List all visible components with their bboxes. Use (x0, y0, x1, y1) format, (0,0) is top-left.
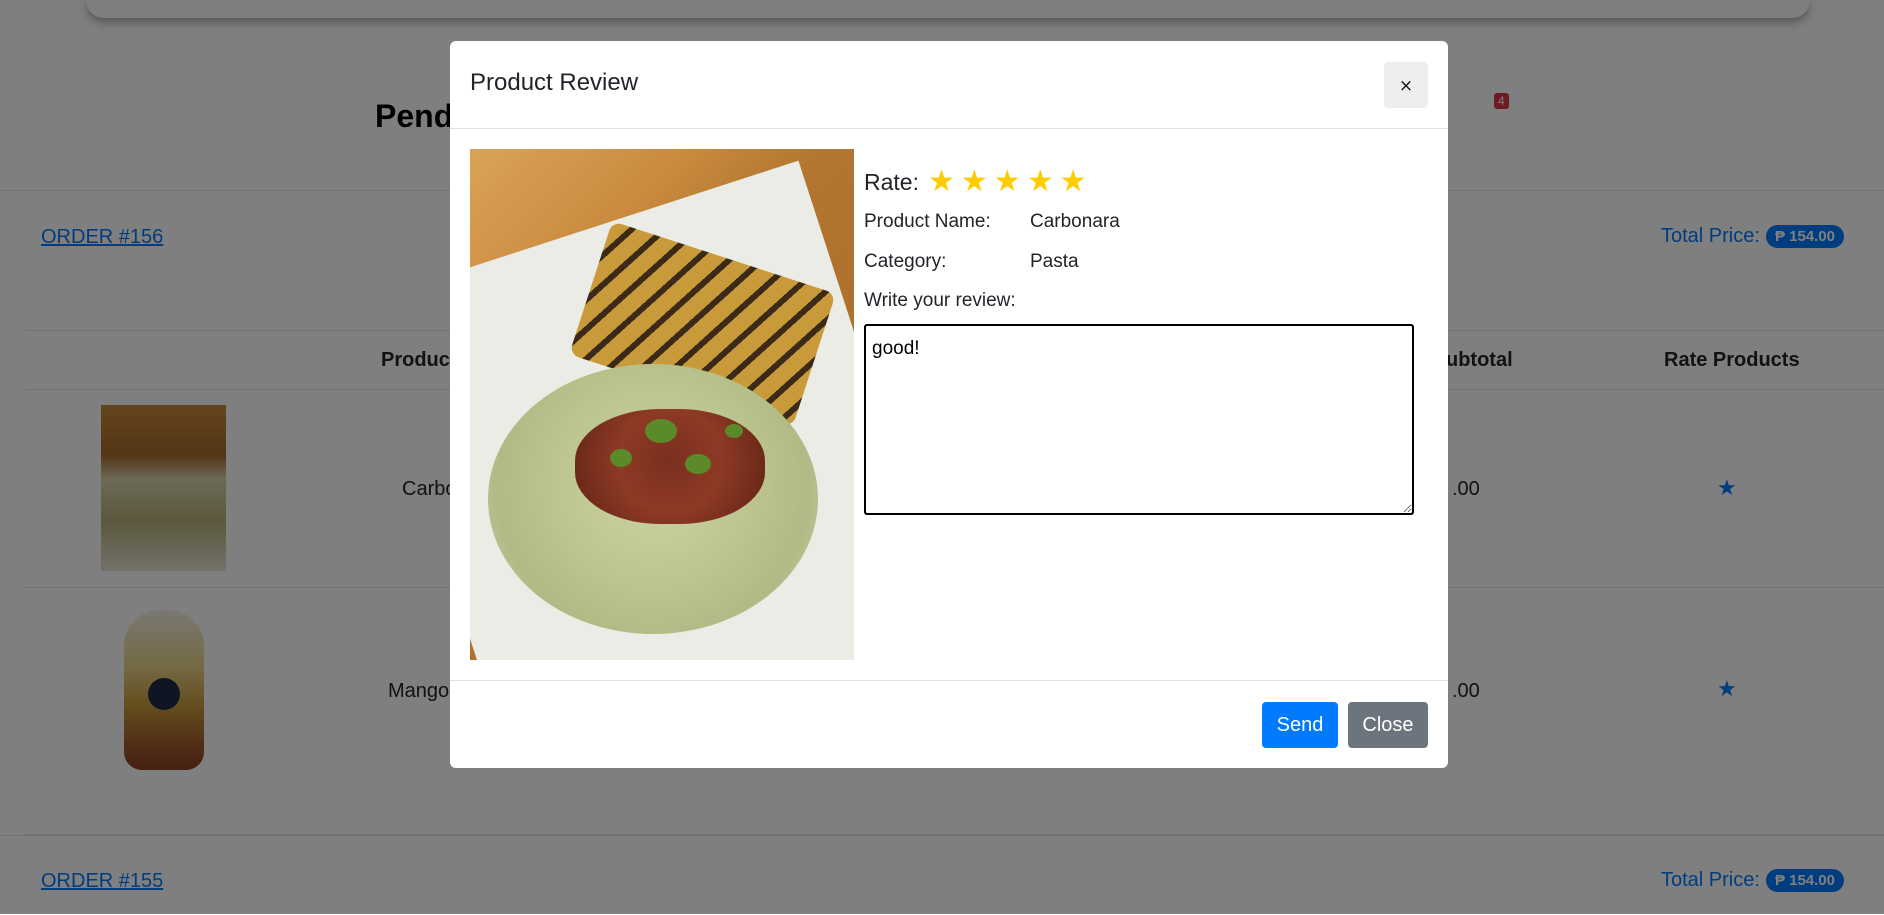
product-name-value: Carbonara (1030, 211, 1120, 232)
rate-label: Rate: (864, 168, 919, 195)
close-button[interactable]: Close (1348, 702, 1428, 748)
modal-close-icon[interactable]: × (1384, 62, 1428, 108)
modal-footer: Send Close (450, 680, 1448, 768)
modal-header: Product Review × (450, 41, 1448, 129)
photo-herb (610, 449, 632, 467)
photo-herb (645, 419, 677, 443)
category-value: Pasta (1030, 251, 1079, 272)
photo-herb (725, 424, 743, 438)
product-photo (470, 149, 854, 660)
category-label: Category: (864, 251, 947, 272)
review-label: Write your review: (864, 290, 1016, 311)
modal-title: Product Review (470, 69, 639, 96)
star-icon[interactable]: ★ (961, 167, 988, 197)
star-icon[interactable]: ★ (1060, 167, 1087, 197)
star-icon[interactable]: ★ (994, 167, 1021, 197)
product-name-label: Product Name: (864, 211, 991, 232)
star-icon[interactable]: ★ (928, 167, 955, 197)
product-review-modal: Product Review × Rate: ★ ★ ★ ★ ★ Product… (450, 41, 1448, 768)
review-textarea[interactable]: good! (864, 324, 1414, 515)
rating-row: Rate: ★ ★ ★ ★ ★ (864, 167, 1087, 197)
star-icon[interactable]: ★ (1027, 167, 1054, 197)
photo-herb (685, 454, 711, 474)
send-button[interactable]: Send (1262, 702, 1338, 748)
